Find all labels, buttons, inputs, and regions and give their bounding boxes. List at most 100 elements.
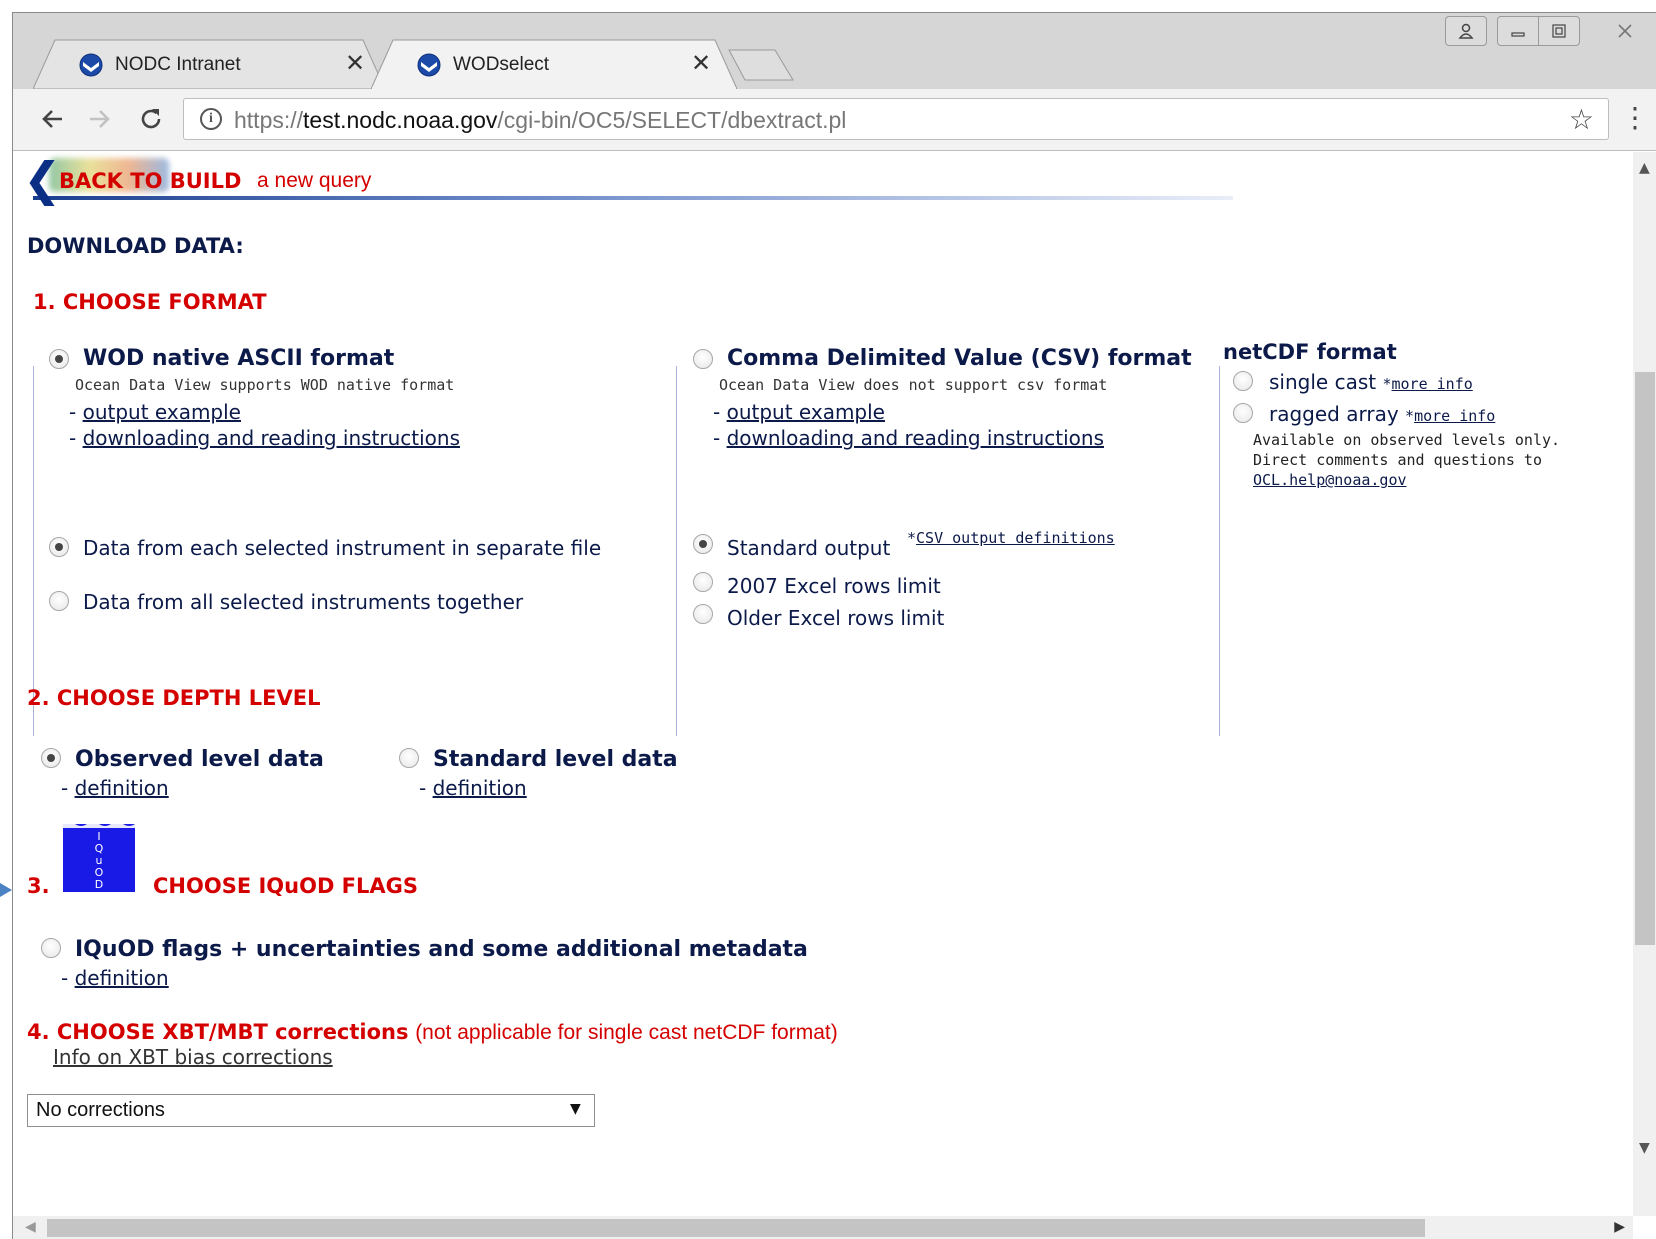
csv-format-label: Comma Delimited Value (CSV) format: [727, 346, 1192, 371]
csv-instructions: - downloading and reading instructions: [713, 426, 1104, 450]
info-icon[interactable]: i: [200, 108, 222, 130]
tab-title: NODC Intranet: [115, 54, 241, 75]
noaa-logo-icon: [417, 53, 441, 77]
url-scheme: https://: [234, 107, 304, 133]
ragged-array-text: ragged array: [1269, 402, 1399, 426]
profile-icon[interactable]: [1445, 16, 1487, 46]
tab-close-icon[interactable]: ✕: [345, 51, 365, 75]
tab-nodc-intranet[interactable]: NODC Intranet ✕: [33, 39, 385, 89]
download-heading: DOWNLOAD DATA:: [27, 234, 244, 258]
section4-title: 4. CHOOSE XBT/MBT corrections: [27, 1020, 409, 1044]
excel-2007-radio[interactable]: [693, 572, 713, 592]
vertical-scrollbar[interactable]: ▲ ▼: [1633, 152, 1656, 1216]
csv-instructions-link[interactable]: downloading and reading instructions: [727, 426, 1104, 450]
iquod-logo: I Q u O D: [63, 822, 135, 892]
single-cast-label: single cast *more info: [1269, 370, 1473, 394]
url-host: test.nodc.noaa.gov: [303, 107, 498, 133]
xbt-info-link[interactable]: Info on XBT bias corrections: [53, 1045, 333, 1069]
vertical-scroll-thumb[interactable]: [1635, 372, 1655, 945]
maximize-icon[interactable]: [1538, 16, 1580, 46]
observed-level-label: Observed level data: [75, 747, 324, 772]
section3-title: CHOOSE IQuOD FLAGS: [153, 874, 419, 898]
standard-output-radio[interactable]: [693, 534, 713, 554]
back-to-build-link[interactable]: BACK TO BUILD: [59, 169, 241, 193]
together-radio[interactable]: [49, 591, 69, 611]
single-cast-text: single cast: [1269, 370, 1377, 394]
scroll-down-icon[interactable]: ▼: [1639, 1140, 1650, 1156]
column-divider: [1219, 366, 1220, 736]
excel-2007-label: 2007 Excel rows limit: [727, 574, 941, 598]
noaa-logo-icon: [79, 53, 103, 77]
csv-output-example: - output example: [713, 400, 885, 424]
ragged-array-radio[interactable]: [1233, 403, 1253, 423]
chevron-down-icon: ▼: [570, 1101, 581, 1117]
back-arrow-icon[interactable]: [33, 99, 73, 139]
netcdf-note-2: Direct comments and questions to: [1253, 451, 1542, 469]
iquod-definition-link[interactable]: definition: [75, 966, 169, 990]
xbt-corrections-select[interactable]: No corrections ▼: [27, 1094, 595, 1127]
separate-file-radio[interactable]: [49, 537, 69, 557]
kebab-menu-icon[interactable]: ⋮: [1621, 101, 1649, 137]
section3-number: 3.: [27, 874, 50, 898]
banner-underline: [33, 196, 1233, 200]
column-divider: [33, 366, 34, 736]
csv-definitions: *CSV output definitions: [907, 529, 1115, 547]
tab-wodselect[interactable]: WODselect ✕: [371, 39, 737, 89]
horizontal-scrollbar[interactable]: ◀ ▶: [13, 1216, 1633, 1239]
minimize-icon[interactable]: [1497, 16, 1539, 46]
iquod-flags-label: IQuOD flags + uncertainties and some add…: [75, 937, 808, 962]
browser-window: NODC Intranet ✕ WODselect ✕ i https://te…: [12, 12, 1656, 1239]
back-to-build-suffix[interactable]: a new query: [257, 169, 371, 193]
section2-title: 2. CHOOSE DEPTH LEVEL: [27, 686, 321, 710]
edge-pointer-icon: [0, 883, 12, 897]
ascii-output-example: - output example: [69, 400, 241, 424]
bookmark-star-icon[interactable]: ☆: [1569, 103, 1594, 136]
tab-strip: NODC Intranet ✕ WODselect ✕: [13, 13, 1656, 89]
standard-level-label: Standard level data: [433, 747, 678, 772]
address-bar[interactable]: i https://test.nodc.noaa.gov/cgi-bin/OC5…: [183, 98, 1609, 140]
browser-toolbar: i https://test.nodc.noaa.gov/cgi-bin/OC5…: [13, 89, 1656, 151]
close-window-icon[interactable]: [1603, 16, 1647, 46]
ascii-instructions-link[interactable]: downloading and reading instructions: [83, 426, 460, 450]
older-excel-radio[interactable]: [693, 604, 713, 624]
single-cast-radio[interactable]: [1233, 371, 1253, 391]
scroll-up-icon[interactable]: ▲: [1639, 160, 1650, 176]
reload-icon[interactable]: [131, 99, 171, 139]
ocl-help-email-link[interactable]: OCL.help@noaa.gov: [1253, 471, 1407, 489]
chevron-left-icon: ❮: [23, 152, 62, 206]
csv-output-example-link[interactable]: output example: [727, 400, 885, 424]
back-to-build-banner[interactable]: ❮ BACK TO BUILD a new query: [23, 156, 1243, 202]
section4-note: (not applicable for single cast netCDF f…: [415, 1021, 838, 1044]
forward-arrow-icon[interactable]: [79, 99, 119, 139]
standard-definition: - definition: [419, 776, 527, 800]
iquod-flags-radio[interactable]: [41, 938, 61, 958]
scroll-right-icon[interactable]: ▶: [1614, 1219, 1625, 1235]
ragged-array-label: ragged array *more info: [1269, 402, 1496, 426]
tab-close-icon[interactable]: ✕: [691, 51, 711, 75]
csv-definitions-link[interactable]: CSV output definitions: [916, 529, 1115, 547]
standard-output-label: Standard output: [727, 536, 891, 560]
ascii-output-example-link[interactable]: output example: [83, 400, 241, 424]
new-tab-button[interactable]: [727, 49, 795, 81]
ascii-format-label: WOD native ASCII format: [83, 346, 395, 371]
xbt-select-value: No corrections: [36, 1099, 165, 1121]
standard-level-radio[interactable]: [399, 748, 419, 768]
iquod-logo-letter: D: [95, 878, 103, 891]
scroll-left-icon[interactable]: ◀: [25, 1219, 36, 1235]
observed-level-radio[interactable]: [41, 748, 61, 768]
ragged-array-more-info-link[interactable]: more info: [1414, 407, 1495, 425]
ascii-note: Ocean Data View supports WOD native form…: [75, 376, 455, 394]
section1-title: 1. CHOOSE FORMAT: [33, 290, 267, 314]
single-cast-more-info-link[interactable]: more info: [1391, 375, 1472, 393]
ascii-format-radio[interactable]: [49, 349, 69, 369]
observed-definition-link[interactable]: definition: [75, 776, 169, 800]
observed-definition: - definition: [61, 776, 169, 800]
horizontal-scroll-thumb[interactable]: [47, 1219, 1425, 1237]
tab-title: WODselect: [453, 54, 550, 75]
csv-format-radio[interactable]: [693, 349, 713, 369]
ascii-instructions: - downloading and reading instructions: [69, 426, 460, 450]
netcdf-heading: netCDF format: [1223, 340, 1397, 364]
url-text[interactable]: https://test.nodc.noaa.gov/cgi-bin/OC5/S…: [234, 107, 846, 134]
standard-definition-link[interactable]: definition: [433, 776, 527, 800]
separate-file-label: Data from each selected instrument in se…: [83, 536, 602, 560]
